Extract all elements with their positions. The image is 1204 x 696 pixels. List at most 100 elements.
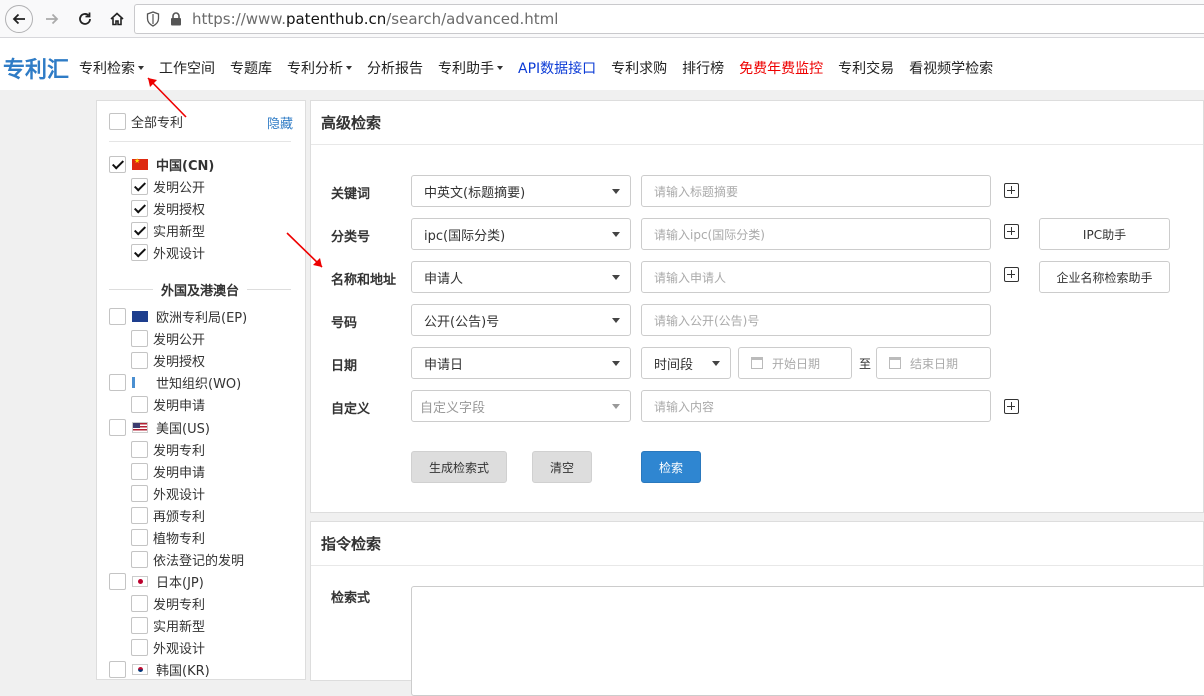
jp-subtype-checkbox[interactable] <box>131 639 148 656</box>
ep-subtype[interactable]: 发明公开 <box>131 329 205 348</box>
shield-icon[interactable] <box>145 11 161 27</box>
ipc-helper-button[interactable]: IPC助手 <box>1039 218 1170 250</box>
generate-query-button[interactable]: 生成检索式 <box>411 451 507 483</box>
nav-item[interactable]: 免费年费监控 <box>739 58 823 78</box>
jp-subtype[interactable]: 发明专利 <box>131 594 205 613</box>
nav-item[interactable]: 分析报告 <box>367 58 423 78</box>
wo-subtype[interactable]: 发明申请 <box>131 395 205 414</box>
nav-item[interactable]: API数据接口 <box>518 58 596 78</box>
jp-subtype[interactable]: 实用新型 <box>131 616 205 635</box>
country-kr[interactable]: 韩国(KR) <box>109 660 210 679</box>
number-type-select[interactable]: 公开(公告)号 <box>411 304 631 336</box>
us-subtype[interactable]: 发明申请 <box>131 462 205 481</box>
hide-link[interactable]: 隐藏 <box>267 113 293 132</box>
nav-item[interactable]: 专利求购 <box>611 58 667 78</box>
jp-subtype-checkbox[interactable] <box>131 595 148 612</box>
kr-checkbox[interactable] <box>109 661 126 678</box>
eu-flag-icon <box>132 311 148 322</box>
country-cn[interactable]: 中国(CN) <box>109 155 214 174</box>
number-label: 号码 <box>331 316 358 331</box>
custom-content-input[interactable]: 请输入内容 <box>641 390 991 422</box>
nav-item[interactable]: 排行榜 <box>682 58 724 78</box>
search-button[interactable]: 检索 <box>641 451 701 483</box>
us-subtype-checkbox[interactable] <box>131 507 148 524</box>
wo-checkbox[interactable] <box>109 374 126 391</box>
query-expression-textarea[interactable] <box>411 586 1204 696</box>
add-row-icon[interactable] <box>1004 183 1019 198</box>
custom-label: 自定义 <box>331 402 371 417</box>
cn-subtype-label: 发明公开 <box>153 181 206 196</box>
jp-subtype-checkbox[interactable] <box>131 617 148 634</box>
reload-icon[interactable] <box>71 5 99 33</box>
country-jp[interactable]: 日本(JP) <box>109 572 204 591</box>
cn-subtype-checkbox[interactable] <box>131 244 148 261</box>
us-checkbox[interactable] <box>109 419 126 436</box>
chevron-down-icon <box>612 232 620 237</box>
us-subtype-checkbox[interactable] <box>131 529 148 546</box>
chevron-down-icon <box>612 189 620 194</box>
us-subtype[interactable]: 依法登记的发明 <box>131 550 244 569</box>
cn-subtype-checkbox[interactable] <box>131 178 148 195</box>
country-wo[interactable]: 世知组织(WO) <box>109 373 241 392</box>
us-subtype-checkbox[interactable] <box>131 463 148 480</box>
publication-number-input[interactable]: 请输入公开(公告)号 <box>641 304 991 336</box>
applicant-input[interactable]: 请输入申请人 <box>641 261 991 293</box>
end-date-input[interactable]: 结束日期 <box>876 347 991 379</box>
start-date-input[interactable]: 开始日期 <box>738 347 852 379</box>
nav-item-label: 排行榜 <box>682 61 725 77</box>
classification-input[interactable]: 请输入ipc(国际分类) <box>641 218 991 250</box>
us-subtype[interactable]: 再颁专利 <box>131 506 205 525</box>
us-subtype-checkbox[interactable] <box>131 551 148 568</box>
all-patents-option[interactable]: 全部专利 <box>109 112 183 131</box>
address-bar[interactable]: https://www.patenthub.cn/search/advanced… <box>134 4 1204 34</box>
us-subtype[interactable]: 外观设计 <box>131 484 205 503</box>
ep-checkbox[interactable] <box>109 308 126 325</box>
keyword-input[interactable]: 请输入标题摘要 <box>641 175 991 207</box>
custom-field-select[interactable]: 自定义字段 <box>411 390 631 422</box>
classification-select[interactable]: ipc(国际分类) <box>411 218 631 250</box>
nav-item[interactable]: 专题库 <box>230 58 272 78</box>
jp-subtype[interactable]: 外观设计 <box>131 638 205 657</box>
cn-subtype-checkbox[interactable] <box>131 222 148 239</box>
date-type-select[interactable]: 申请日 <box>411 347 631 379</box>
us-subtype[interactable]: 发明专利 <box>131 440 205 459</box>
cn-subtype-label: 实用新型 <box>153 225 206 240</box>
cn-subtype[interactable]: 实用新型 <box>131 221 205 240</box>
nav-item[interactable]: 专利分析 <box>287 58 352 78</box>
back-icon[interactable] <box>5 5 33 33</box>
add-row-icon[interactable] <box>1004 224 1019 239</box>
ep-subtype-checkbox[interactable] <box>131 352 148 369</box>
nav-item[interactable]: 专利检索 <box>79 58 144 78</box>
name-address-select[interactable]: 申请人 <box>411 261 631 293</box>
jp-checkbox[interactable] <box>109 573 126 590</box>
nav-item[interactable]: 专利交易 <box>838 58 894 78</box>
cn-subtype-checkbox[interactable] <box>131 200 148 217</box>
us-subtype-checkbox[interactable] <box>131 441 148 458</box>
nav-item[interactable]: 工作空间 <box>159 58 215 78</box>
cn-subtype[interactable]: 外观设计 <box>131 243 205 262</box>
ep-subtype[interactable]: 发明授权 <box>131 351 205 370</box>
site-logo[interactable]: 专利汇 <box>3 52 69 84</box>
add-row-icon[interactable] <box>1004 267 1019 282</box>
cn-subtype[interactable]: 发明公开 <box>131 177 205 196</box>
nav-item[interactable]: 看视频学检索 <box>909 58 993 78</box>
company-search-helper-button[interactable]: 企业名称检索助手 <box>1039 261 1170 293</box>
date-range-select[interactable]: 时间段 <box>641 347 731 379</box>
ep-subtype-label: 发明公开 <box>153 333 206 348</box>
us-subtype[interactable]: 植物专利 <box>131 528 205 547</box>
all-patents-checkbox[interactable] <box>109 113 126 130</box>
home-icon[interactable] <box>103 5 131 33</box>
cn-checkbox[interactable] <box>109 156 126 173</box>
cn-subtype[interactable]: 发明授权 <box>131 199 205 218</box>
forward-icon[interactable] <box>38 5 66 33</box>
lock-icon[interactable] <box>169 11 183 27</box>
nav-item[interactable]: 专利助手 <box>438 58 503 78</box>
us-subtype-checkbox[interactable] <box>131 485 148 502</box>
wo-subtype-checkbox[interactable] <box>131 396 148 413</box>
clear-button[interactable]: 清空 <box>532 451 592 483</box>
country-ep[interactable]: 欧洲专利局(EP) <box>109 307 247 326</box>
country-us[interactable]: 美国(US) <box>109 418 210 437</box>
add-row-icon[interactable] <box>1004 399 1019 414</box>
keyword-field-select[interactable]: 中英文(标题摘要) <box>411 175 631 207</box>
ep-subtype-checkbox[interactable] <box>131 330 148 347</box>
